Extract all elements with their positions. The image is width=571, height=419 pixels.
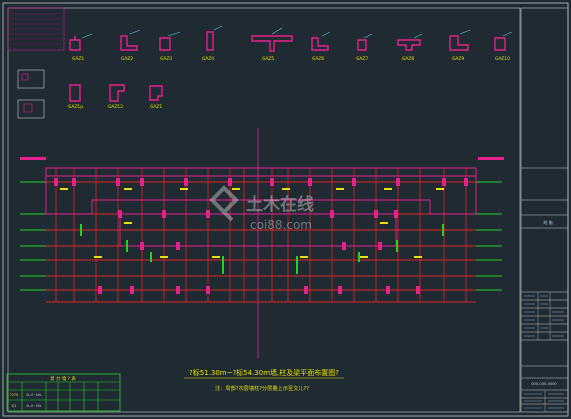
watermark-main: 土木在线 (246, 194, 314, 215)
watermark-sub: coi88.com (250, 218, 312, 232)
sheet-label: 结 施 (543, 219, 552, 225)
detail-labels: GAZ1 GAZ2 GAZ3 GAZ4 GAZ5 GAZ6 GAZ7 GAZ8 … (68, 56, 510, 110)
detail-label-3: GAZ3 (160, 56, 172, 62)
beam-grid-vertical (55, 168, 467, 302)
drawing-note: 注：局部?次层墙柱?分层叠上示至文儿?? (215, 384, 309, 392)
stamp-hatch (10, 13, 62, 45)
detail-label-6: GAZ6 (312, 56, 324, 62)
legend-row-1-mark: ?370 (10, 393, 18, 397)
dim-bar-left (20, 157, 46, 160)
cad-drawing-canvas[interactable]: { "drawing": { "title_main": "?标51.30m~?… (0, 0, 571, 419)
detail-label-11: GAZ1p (68, 104, 83, 110)
left-details (17, 69, 45, 119)
legend-row-1-section: 0L.0~00L (26, 393, 42, 397)
title-block (520, 7, 569, 413)
detail-label-8: GAZ8 (402, 56, 414, 62)
drawing-sheet: 结 施 000-000-0000 GAZ1 GAZ2 GAZ3 GAZ4 GAZ… (2, 2, 569, 417)
detail-sections (69, 31, 506, 102)
legend-row-2-section: 0L.0~00L (26, 404, 42, 408)
dim-bar-right (478, 157, 504, 160)
detail-label-1: GAZ1 (72, 56, 84, 62)
legend-row-2-mark: Q1 (12, 404, 17, 408)
detail-label-7: GAZ7 (356, 56, 368, 62)
legend-title: 剪 力 墙 ? 表 (50, 375, 76, 382)
detail-label-4: GAZ4 (202, 56, 214, 62)
detail-label-2: GAZ2 (121, 56, 133, 62)
drawing-code: 000-000-0000 (531, 382, 557, 386)
detail-leaders (81, 25, 513, 39)
detail-label-13: GAZ1 (150, 104, 162, 110)
detail-label-9: GAZ9 (452, 56, 464, 62)
detail-label-12: GAZ12 (108, 104, 123, 110)
detail-label-10: GAZ10 (495, 56, 510, 62)
detail-label-5: GAZ5 (262, 56, 274, 62)
watermark: 土木在线 coi88.com (209, 185, 314, 232)
drawing-title: ?标51.30m~?标54.30m墙,柱及梁平面布置图? (189, 368, 339, 377)
